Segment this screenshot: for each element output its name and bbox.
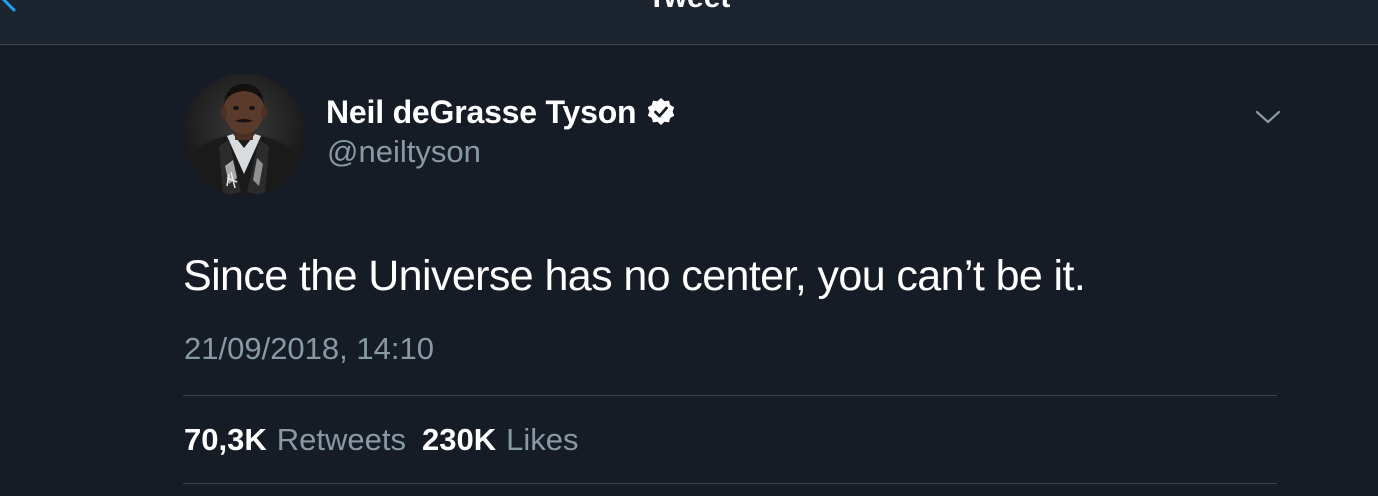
divider <box>183 483 1277 484</box>
verified-badge-icon <box>648 98 675 125</box>
tweet-timestamp[interactable]: 21/09/2018, 14:10 <box>184 331 434 367</box>
retweets-label: Retweets <box>276 422 406 457</box>
tweet-text: Since the Universe has no center, you ca… <box>183 252 1086 300</box>
navigation-bar: Tweet <box>0 0 1378 45</box>
page-title: Tweet <box>0 0 1378 16</box>
retweets-stat[interactable]: 70,3K Retweets <box>184 422 406 458</box>
avatar[interactable] <box>183 74 305 196</box>
likes-stat[interactable]: 230K Likes <box>422 422 578 458</box>
retweets-count: 70,3K <box>184 422 267 457</box>
tweet-stats: 70,3K Retweets 230K Likes <box>184 422 578 458</box>
chevron-down-icon[interactable] <box>1254 106 1282 128</box>
likes-label: Likes <box>506 422 579 457</box>
divider <box>183 395 1277 396</box>
author-name[interactable]: Neil deGrasse Tyson <box>326 94 637 131</box>
avatar-image <box>183 74 305 196</box>
author-handle[interactable]: @neiltyson <box>327 134 481 170</box>
likes-count: 230K <box>421 422 497 457</box>
author-name-row[interactable]: Neil deGrasse Tyson <box>326 92 676 132</box>
